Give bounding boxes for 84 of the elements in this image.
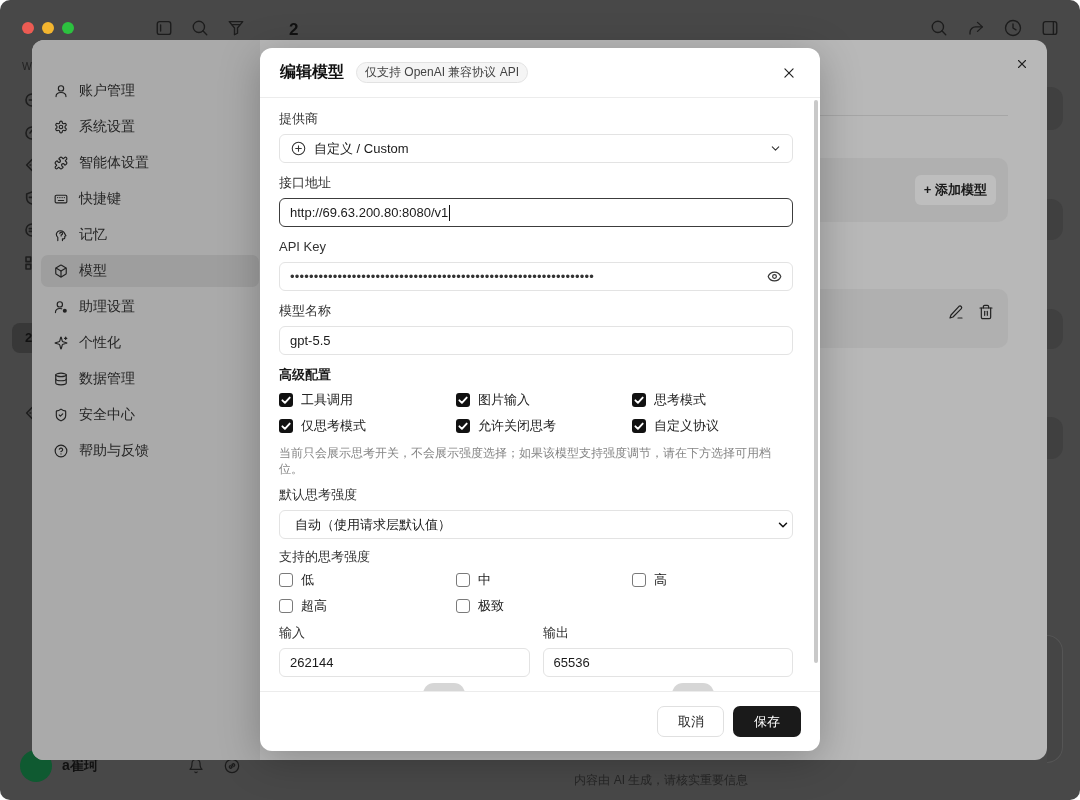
sparkles-icon — [54, 336, 68, 350]
protocol-badge: 仅支持 OpenAI 兼容协议 API — [356, 62, 529, 83]
pencil-icon[interactable] — [948, 304, 964, 320]
settings-nav-item[interactable]: 数据管理 — [41, 363, 259, 395]
checkbox[interactable] — [279, 393, 293, 407]
model-name-input[interactable]: gpt-5.5 — [279, 326, 793, 355]
checkbox[interactable] — [279, 419, 293, 433]
checkbox[interactable] — [455, 599, 470, 613]
plus-circle-icon — [291, 141, 306, 156]
checkbox[interactable] — [279, 599, 293, 613]
field-label: 模型名称 — [279, 302, 332, 320]
settings-nav-item[interactable]: 个性化 — [41, 327, 259, 359]
provider-select[interactable]: 自定义 / Custom — [279, 134, 793, 163]
token-limit-input[interactable]: 65536 — [542, 648, 793, 677]
user-badge-icon — [54, 300, 68, 314]
url-input[interactable]: http://69.63.200.80:8080/v1 — [279, 198, 793, 227]
card-background — [1047, 309, 1063, 349]
keyboard-icon — [54, 192, 68, 206]
checkbox-label: 仅思考模式 — [301, 417, 366, 435]
checkbox[interactable] — [455, 573, 470, 587]
checkbox-label: 低 — [301, 571, 314, 589]
database-icon — [54, 372, 68, 386]
chevron-down-icon — [770, 143, 781, 154]
help-icon — [54, 444, 68, 458]
api-key-input[interactable]: •••••••••••••••••••••••••••••••••••••••••••••••••••••••••••••••• — [279, 262, 793, 291]
checkbox-label: 中 — [477, 571, 491, 589]
settings-nav-item[interactable]: 账户管理 — [41, 75, 259, 107]
scrollbar-thumb[interactable] — [814, 100, 818, 663]
effort-select[interactable]: 自动（使用请求层默认值） — [279, 510, 793, 539]
checkbox[interactable] — [279, 573, 293, 587]
dialog-title: 编辑模型 — [280, 62, 344, 82]
checkbox-label: 允许关闭思考 — [477, 417, 556, 435]
checkbox-label: 工具调用 — [301, 391, 353, 409]
field-label: 接口地址 — [279, 174, 332, 192]
window-close-button[interactable] — [22, 22, 34, 34]
settings-nav-item[interactable]: 记忆 — [41, 219, 259, 251]
card-background — [1047, 199, 1063, 240]
close-icon[interactable] — [1016, 58, 1028, 70]
settings-nav-item[interactable]: 系统设置 — [41, 111, 259, 143]
link-circle-icon[interactable] — [224, 758, 240, 774]
settings-nav-item[interactable]: 助理设置 — [41, 291, 259, 323]
cube-icon — [54, 264, 68, 278]
field-label: 输入 — [279, 624, 306, 642]
shield-check-icon — [54, 408, 68, 422]
checkbox[interactable] — [632, 419, 647, 433]
eye-icon[interactable] — [767, 269, 782, 284]
checkbox[interactable] — [632, 393, 647, 407]
trash-icon[interactable] — [978, 304, 994, 320]
field-label: 支持的思考强度 — [279, 548, 371, 566]
field-label: 默认思考强度 — [279, 486, 358, 504]
checkbox-label: 极致 — [477, 597, 504, 615]
checkbox[interactable] — [455, 419, 470, 433]
checkbox[interactable] — [455, 393, 470, 407]
token-limit-input[interactable]: 262144 — [279, 648, 530, 677]
checkbox-label: 图片输入 — [477, 391, 530, 409]
user-icon — [54, 84, 68, 98]
settings-nav-item[interactable]: 安全中心 — [41, 399, 259, 431]
bell-icon[interactable] — [188, 758, 204, 774]
checkbox-label: 自定义协议 — [654, 417, 720, 435]
gear-icon — [54, 120, 68, 134]
field-label: 输出 — [542, 624, 570, 642]
card-background — [1047, 87, 1063, 130]
checkbox-label: 思考模式 — [654, 391, 707, 409]
settings-nav-item[interactable]: 智能体设置 — [41, 147, 259, 179]
puzzle-icon — [54, 156, 68, 170]
field-label: 提供商 — [279, 110, 319, 128]
window-maximize-button[interactable] — [62, 22, 74, 34]
section-heading: 高级配置 — [279, 366, 332, 384]
close-icon[interactable] — [782, 65, 796, 80]
save-button[interactable]: 保存 — [733, 706, 801, 737]
cancel-button[interactable]: 取消 — [657, 706, 724, 737]
window-minimize-button[interactable] — [42, 22, 54, 34]
settings-nav-item[interactable]: 模型 — [41, 255, 259, 287]
checkbox-label: 高 — [654, 571, 668, 589]
checkbox[interactable] — [632, 573, 647, 587]
settings-nav-item[interactable]: 帮助与反馈 — [41, 435, 259, 467]
checkbox-label: 超高 — [301, 597, 327, 615]
card-background — [1047, 417, 1063, 459]
add-model-button[interactable]: + 添加模型 — [914, 175, 996, 205]
field-label: API Key — [279, 238, 327, 256]
text-cursor-icon — [449, 204, 451, 221]
hint-text: 当前只会展示思考开关，不会展示强度选择；如果该模型支持强度调节，请在下方选择可用档位。 — [279, 445, 772, 477]
settings-nav-item[interactable]: 快捷键 — [41, 183, 259, 215]
head-icon — [54, 228, 68, 242]
